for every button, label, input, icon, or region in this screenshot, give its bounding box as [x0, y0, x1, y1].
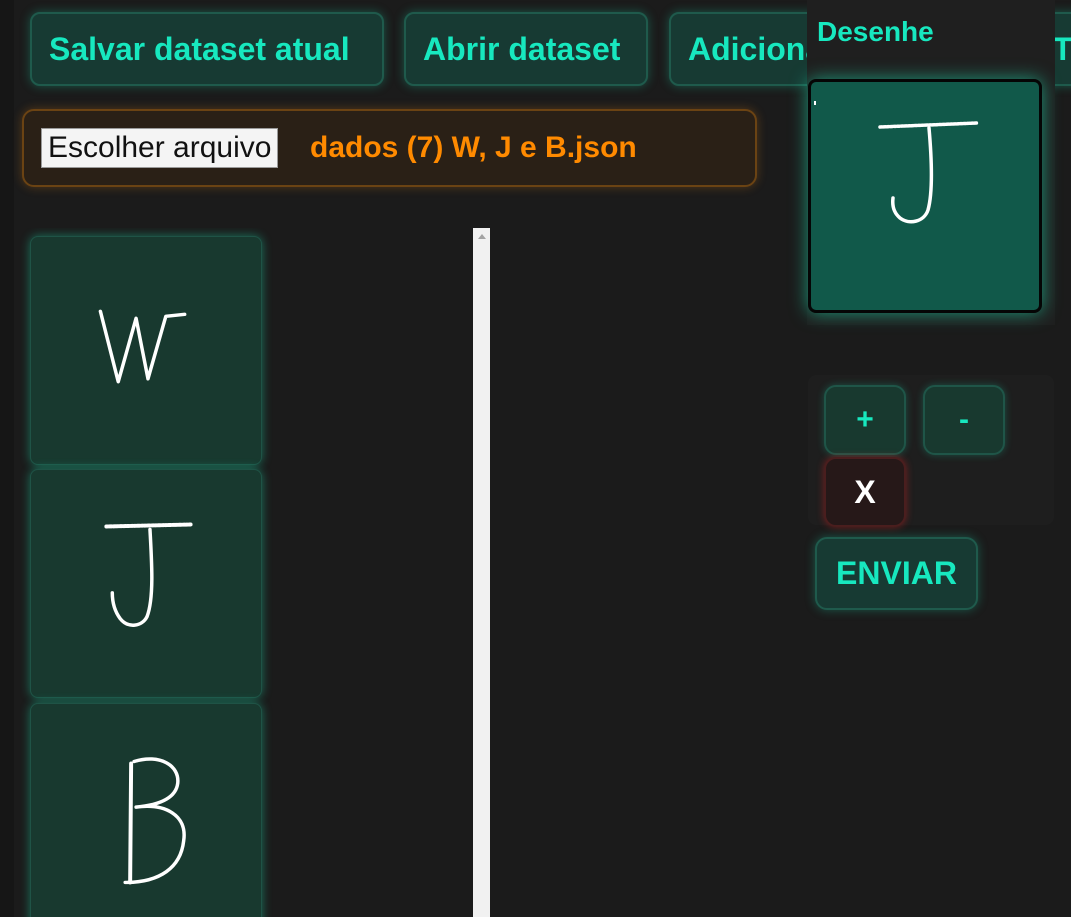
drawing-canvas[interactable]: [808, 79, 1042, 313]
current-drawing-j: [814, 101, 979, 224]
dataset-list: [20, 228, 275, 917]
dataset-item-w[interactable]: [30, 236, 262, 465]
dataset-item-b[interactable]: [30, 703, 262, 917]
selected-file-name: dados (7) W, J e B.json: [310, 131, 637, 164]
app-root: Salvar dataset atual Abrir dataset Adici…: [0, 0, 1071, 917]
increase-button[interactable]: +: [824, 385, 906, 455]
left-edge: [0, 0, 14, 917]
save-dataset-button[interactable]: Salvar dataset atual: [30, 12, 384, 86]
drawing-b: [123, 757, 186, 885]
draw-label: Desenhe: [817, 16, 934, 47]
drawing-w: [98, 309, 187, 384]
dataset-scrollbar[interactable]: [473, 228, 490, 917]
scroll-up-arrow-icon[interactable]: [473, 228, 490, 245]
dataset-item-j[interactable]: [30, 469, 262, 698]
file-input-row: Escolher arquivo dados (7) W, J e B.json: [22, 109, 757, 187]
decrease-button[interactable]: -: [923, 385, 1005, 455]
send-button[interactable]: ENVIAR: [815, 537, 978, 610]
clear-button[interactable]: X: [824, 457, 906, 527]
choose-file-button[interactable]: Escolher arquivo: [41, 128, 279, 168]
drawing-j: [104, 522, 193, 627]
open-dataset-button[interactable]: Abrir dataset: [404, 12, 648, 86]
